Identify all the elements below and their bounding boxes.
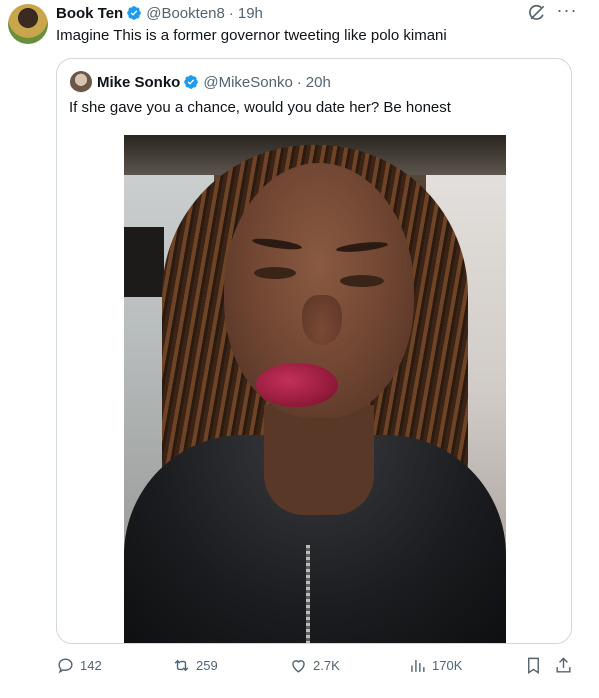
- like-button[interactable]: 2.7K: [289, 652, 340, 678]
- views-count: 170K: [432, 657, 463, 673]
- views-icon: [411, 659, 425, 672]
- like-count: 2.7K: [313, 657, 340, 673]
- like-icon: [292, 659, 305, 673]
- verified-badge-icon: [127, 6, 142, 20]
- quoted-timestamp: 20h: [305, 73, 331, 91]
- timestamp[interactable]: 19h: [238, 5, 263, 22]
- separator: ·: [228, 4, 234, 22]
- repost-icon: [174, 659, 189, 671]
- verified-badge-icon: [184, 75, 199, 89]
- author-name[interactable]: Book Ten: [56, 5, 123, 22]
- repost-button[interactable]: 259: [172, 652, 218, 678]
- separator: ·: [296, 73, 302, 91]
- bookmark-button[interactable]: [524, 652, 548, 678]
- views-button[interactable]: 170K: [408, 652, 462, 678]
- grok-icon[interactable]: [527, 3, 547, 23]
- share-button[interactable]: [554, 652, 578, 678]
- tweet[interactable]: Book Ten @Bookten8 · 19h ··· Imagine Thi…: [0, 0, 599, 698]
- reply-count: 142: [80, 657, 102, 673]
- more-icon[interactable]: ···: [556, 1, 578, 23]
- quoted-author-avatar: [70, 71, 92, 93]
- reply-icon: [58, 657, 73, 673]
- author-avatar[interactable]: [8, 4, 48, 44]
- action-bar: 142 259 2.7K 170K: [56, 652, 579, 678]
- quoted-tweet-header: Mike Sonko @MikeSonko · 20h: [97, 72, 331, 92]
- repost-count: 259: [196, 657, 218, 673]
- quoted-author-name: Mike Sonko: [97, 73, 181, 91]
- tweet-text: Imagine This is a former governor tweeti…: [56, 27, 447, 44]
- share-icon: [556, 656, 571, 673]
- quoted-tweet[interactable]: Mike Sonko @MikeSonko · 20h If she gave …: [56, 58, 572, 644]
- quoted-author-handle: @MikeSonko: [203, 73, 293, 91]
- bookmark-icon: [528, 657, 539, 674]
- quoted-tweet-text: If she gave you a chance, would you date…: [69, 99, 451, 116]
- tweet-header: Book Ten @Bookten8 · 19h: [56, 3, 263, 23]
- quoted-tweet-photo[interactable]: [124, 135, 506, 643]
- reply-button[interactable]: 142: [56, 652, 102, 678]
- author-handle[interactable]: @Bookten8: [146, 5, 225, 22]
